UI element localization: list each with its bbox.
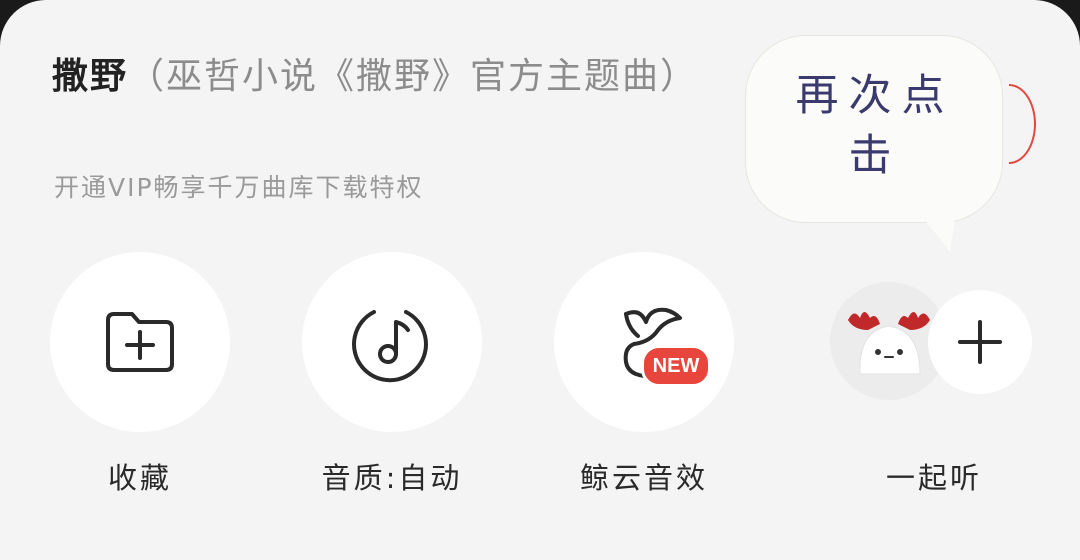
collect-button[interactable] xyxy=(50,252,230,432)
folder-plus-icon xyxy=(106,312,174,372)
whale-tail-icon xyxy=(623,307,682,378)
plus-icon xyxy=(958,320,1002,364)
song-name: 撒野 xyxy=(52,56,129,97)
sound-quality-button[interactable] xyxy=(302,252,482,432)
vip-promo-link[interactable]: 开通VIP畅享千万曲库下载特权 xyxy=(54,168,424,204)
whale-effects-label: 鲸云音效 xyxy=(579,461,708,495)
speech-bubble-tail xyxy=(906,196,958,252)
speech-bubble-line-2: 击 xyxy=(848,131,902,181)
song-title: 撒野（巫哲小说《撒野》官方主题曲） xyxy=(52,50,742,104)
speech-bubble-line-1: 再次点 xyxy=(795,71,955,121)
sound-quality-icon xyxy=(352,310,428,383)
song-action-sheet: 撒野（巫哲小说《撒野》官方主题曲） 开通VIP畅享千万曲库下载特权 再次点 击 … xyxy=(0,0,1080,560)
collect-label: 收藏 xyxy=(107,461,172,495)
whale-effects-button[interactable] xyxy=(554,252,734,432)
song-subtitle: （巫哲小说《撒野》官方主题曲） xyxy=(128,56,699,97)
new-badge: NEW xyxy=(641,345,711,387)
sound-quality-label: 音质:自动 xyxy=(321,461,463,495)
listen-together-label: 一起听 xyxy=(885,461,982,495)
listen-together-button[interactable] xyxy=(928,290,1032,394)
speech-bubble-text: 再次点 击 xyxy=(780,66,970,186)
